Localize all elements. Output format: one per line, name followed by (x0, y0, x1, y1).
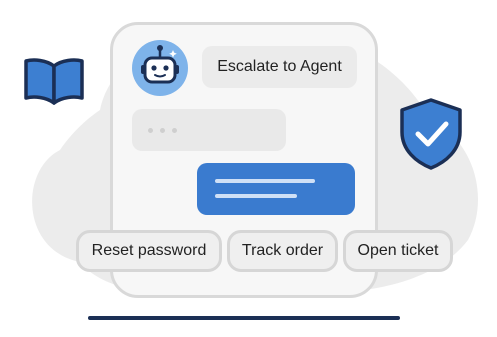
quick-reply-track-order[interactable]: Track order (227, 230, 338, 272)
typing-indicator-bubble (132, 109, 286, 151)
typing-dot (172, 128, 177, 133)
typing-dot (160, 128, 165, 133)
robot-icon (141, 45, 179, 84)
escalate-to-agent-button[interactable]: Escalate to Agent (202, 46, 357, 88)
divider-bar (88, 316, 400, 320)
user-message-bubble (197, 163, 355, 215)
message-line (215, 194, 297, 198)
quick-reply-open-ticket[interactable]: Open ticket (343, 230, 453, 272)
support-chat-illustration: Escalate to Agent Reset password Track o… (0, 0, 497, 337)
typing-dot (148, 128, 153, 133)
message-line (215, 179, 315, 183)
book-icon (24, 58, 84, 105)
shield-check-icon (400, 98, 462, 170)
bot-avatar (132, 40, 188, 96)
quick-reply-reset-password[interactable]: Reset password (76, 230, 222, 272)
